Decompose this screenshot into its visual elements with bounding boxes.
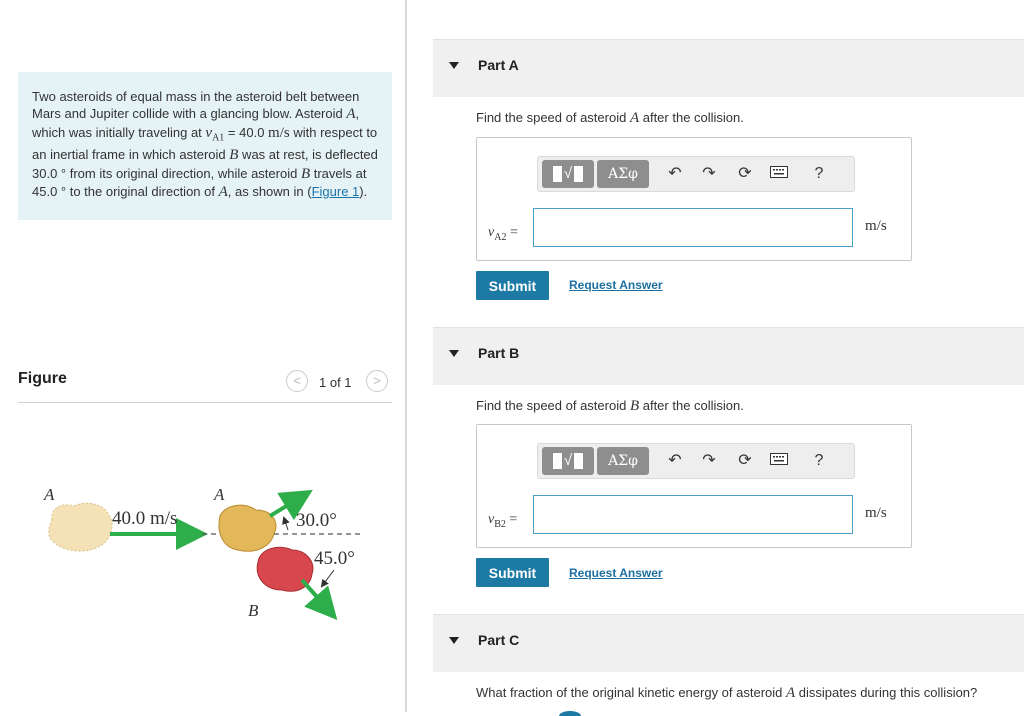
asteroid-a [218,504,277,552]
part-c-title: Part C [478,632,520,648]
angle-mark-45 [320,569,335,588]
part-b-request-answer-link[interactable]: Request Answer [569,566,663,580]
problem-text: = 40.0 [224,124,269,140]
answer-unit: m/s [865,505,887,521]
label-angle-45: 45.0° [314,548,355,569]
math-toolbar: √ ΑΣφ ↶ ↷ ⟳ ? [537,443,855,479]
template-button[interactable]: √ [542,160,594,188]
collision-figure: A 40.0 m/s A 30.0° 45.0° B [43,485,360,620]
collapse-triangle-icon [449,350,459,357]
label-a-left: A [43,485,55,504]
label-b: B [248,601,259,620]
part-a-answer-box: √ ΑΣφ ↶ ↷ ⟳ ? vA2 = m/s [476,137,912,261]
keyboard-icon[interactable] [770,165,788,183]
undo-icon[interactable]: ↶ [666,452,684,470]
left-panel: Two asteroids of equal mass in the aster… [0,0,405,716]
label-speed: 40.0 m/s [112,508,177,529]
symbols-button[interactable]: ΑΣφ [597,447,649,475]
math-toolbar: √ ΑΣφ ↶ ↷ ⟳ ? [537,156,855,192]
question-var: B [629,398,640,414]
reset-icon[interactable]: ⟳ [736,165,754,183]
figure-title: Figure [18,370,67,387]
part-b-answer-input[interactable] [533,495,853,534]
part-a-request-answer-link[interactable]: Request Answer [569,278,663,292]
figure-link[interactable]: Figure 1 [312,184,360,199]
question-text: What fraction of the original kinetic en… [476,685,786,700]
figure-next-button[interactable]: > [366,370,388,392]
reset-icon[interactable]: ⟳ [736,452,754,470]
question-var: A [629,110,640,126]
figure-count: 1 of 1 [319,375,352,390]
part-c-question: What fraction of the original kinetic en… [476,685,977,702]
question-text: Find the speed of asteroid [476,110,630,125]
problem-statement: Two asteroids of equal mass in the aster… [18,72,392,220]
problem-text: ). [359,184,368,200]
collapse-triangle-icon [449,62,459,69]
unit-text: m/s [268,124,290,141]
part-a-answer-input[interactable] [533,208,853,247]
part-a-title: Part A [478,57,519,73]
part-b-title: Part B [478,345,520,361]
toolbar-edge-indicator [559,711,581,716]
help-icon[interactable]: ? [810,452,828,470]
template-button[interactable]: √ [542,447,594,475]
var-a: A [346,106,356,123]
question-text: dissipates during this collision? [795,685,978,700]
var-a: A [218,184,228,201]
question-text: Find the speed of asteroid [476,398,630,413]
help-icon[interactable]: ? [810,165,828,183]
part-b-answer-box: √ ΑΣφ ↶ ↷ ⟳ ? vB2 = m/s [476,424,912,548]
right-panel: Part A Find the speed of asteroid A afte… [407,0,1024,716]
collapse-triangle-icon [449,637,459,644]
asteroid-a-initial [48,502,113,552]
answer-label: vA2 = [488,225,518,243]
var-sub: A1 [212,132,225,144]
part-b-header[interactable]: Part B [433,327,1024,385]
figure-prev-button[interactable]: < [286,370,308,392]
redo-icon[interactable]: ↷ [700,452,718,470]
part-c-header[interactable]: Part C [433,614,1024,672]
answer-unit: m/s [865,218,887,234]
undo-icon[interactable]: ↶ [666,165,684,183]
part-a-header[interactable]: Part A [433,39,1024,97]
symbols-button[interactable]: ΑΣφ [597,160,649,188]
question-text: after the collision. [639,110,744,125]
arrow-b [300,578,338,620]
redo-icon[interactable]: ↷ [700,165,718,183]
label-a-right: A [213,485,225,504]
answer-label: vB2 = [488,512,518,530]
question-text: after the collision. [639,398,744,413]
angle-mark-30 [282,516,290,531]
problem-text: , as shown in ( [227,184,312,200]
part-a-submit-button[interactable]: Submit [476,271,549,300]
label-angle-30: 30.0° [296,510,337,531]
keyboard-icon[interactable] [770,452,788,470]
var-b: B [300,165,311,182]
part-b-submit-button[interactable]: Submit [476,558,549,587]
problem-text: Two asteroids of equal mass in the aster… [32,89,360,122]
figure-header: Figure < 1 of 1 > [18,368,392,403]
question-var: A [786,685,796,701]
part-b-question: Find the speed of asteroid B after the c… [476,398,744,415]
part-a-question: Find the speed of asteroid A after the c… [476,110,744,127]
